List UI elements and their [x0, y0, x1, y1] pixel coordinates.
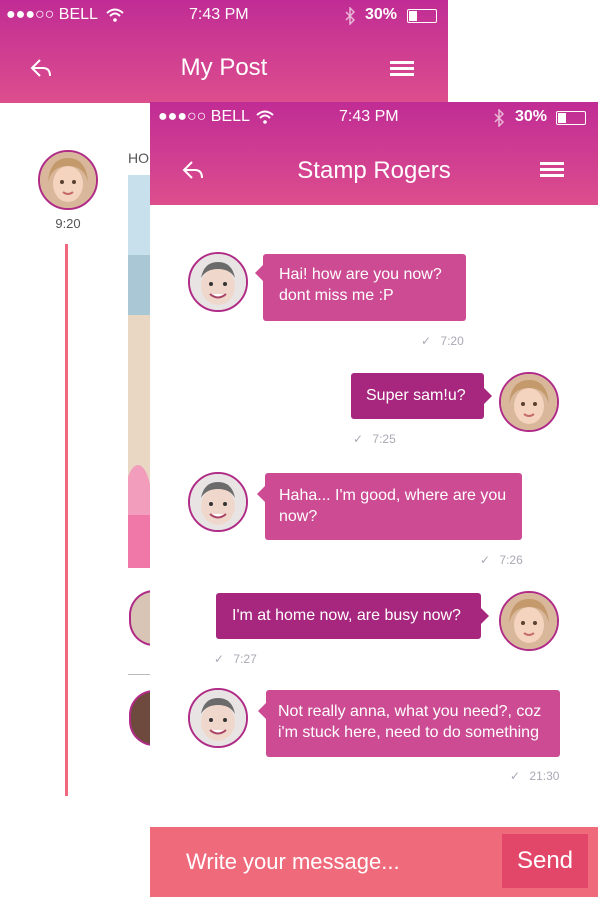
- message-text: Haha... I'm good, where are you: [279, 487, 507, 504]
- check-icon: ✓: [421, 334, 432, 348]
- status-bar: ●●●○○ BELL: [158, 108, 250, 126]
- hamburger-menu-icon[interactable]: [390, 61, 414, 77]
- bubble-tail: [255, 265, 263, 281]
- check-icon: ✓: [480, 553, 491, 567]
- post-label: HO: [128, 150, 149, 166]
- boy-avatar-image: [190, 690, 246, 746]
- post-photo[interactable]: [128, 175, 150, 568]
- boy-avatar-image: [190, 474, 246, 530]
- signal-strength: ●●●○○: [6, 6, 55, 23]
- message-text: Super sam!u?: [366, 387, 466, 404]
- message-bubble[interactable]: Haha... I'm good, where are you now?: [257, 473, 522, 540]
- divider: [128, 674, 150, 675]
- girl-avatar[interactable]: [499, 591, 559, 651]
- message-text: dont miss me :P: [279, 287, 394, 304]
- battery-percent: 30%: [365, 6, 398, 23]
- message-time: ✓ 7:25: [353, 432, 396, 446]
- timeline-line: [65, 244, 68, 796]
- time-label: 21:30: [529, 769, 560, 783]
- battery-icon: [556, 111, 586, 125]
- time-label: 7:26: [499, 553, 523, 567]
- my-post-header: ●●●○○ BELL 7:43 PM 30% My Post: [0, 0, 448, 103]
- bubble-tail: [484, 388, 492, 404]
- boy-avatar[interactable]: [188, 472, 248, 532]
- message-bubble[interactable]: I'm at home now, are busy now?: [216, 593, 489, 639]
- check-icon: ✓: [214, 652, 225, 666]
- bluetooth-icon: [345, 7, 356, 25]
- time-label: 7:25: [372, 432, 396, 446]
- chat-header: ●●●○○ BELL 7:43 PM 30% Stamp Rogers: [150, 102, 598, 205]
- avatar[interactable]: [38, 150, 98, 210]
- send-button[interactable]: Send: [502, 834, 588, 888]
- time-label: 7:20: [440, 334, 464, 348]
- message-composer: Send: [150, 827, 598, 897]
- page-title: My Post: [180, 54, 268, 81]
- hamburger-menu-icon[interactable]: [540, 162, 564, 178]
- chat-screen: ●●●○○ BELL 7:43 PM 30% Stamp Rogers Hai!…: [150, 102, 598, 897]
- carrier-name: BELL: [210, 108, 250, 125]
- beach-photo-image: [128, 175, 150, 568]
- battery-percent: 30%: [515, 108, 548, 125]
- wifi-icon: [256, 110, 274, 124]
- message-bubble[interactable]: Hai! how are you now? dont miss me :P: [255, 254, 466, 321]
- status-bar: ●●●○○ BELL: [6, 6, 98, 24]
- girl-avatar[interactable]: [499, 372, 559, 432]
- signal-strength: ●●●○○: [158, 108, 207, 125]
- wifi-icon: [106, 8, 124, 22]
- check-icon: ✓: [510, 769, 521, 783]
- status-time: 7:43 PM: [339, 108, 399, 125]
- message-time: ✓ 7:27: [214, 652, 257, 666]
- message-text: I'm at home now, are busy now?: [232, 607, 461, 624]
- message-text: Not really anna, what you need?, coz: [278, 703, 542, 720]
- message-bubble[interactable]: Not really anna, what you need?, coz i'm…: [258, 690, 560, 757]
- message-time: ✓ 7:20: [421, 334, 464, 348]
- contact-name: Stamp Rogers: [297, 157, 451, 184]
- boy-avatar[interactable]: [188, 252, 248, 312]
- message-text: Hai! how are you now?: [279, 266, 442, 283]
- status-time: 7:43 PM: [189, 6, 249, 23]
- message-time: ✓ 21:30: [510, 769, 559, 783]
- girl-avatar-image: [501, 593, 557, 649]
- bubble-tail: [257, 486, 265, 502]
- message-bubble[interactable]: Super sam!u?: [351, 373, 492, 419]
- boy-avatar-image: [190, 254, 246, 310]
- bubble-tail: [258, 703, 266, 719]
- message-text: i'm stuck here, need to do something: [278, 724, 539, 741]
- girl-avatar-image: [501, 374, 557, 430]
- bluetooth-icon: [494, 109, 505, 127]
- message-text: now?: [279, 508, 318, 525]
- boy-avatar[interactable]: [188, 688, 248, 748]
- post-time: 9:20: [55, 216, 81, 231]
- battery-icon: [407, 9, 437, 23]
- message-input[interactable]: [174, 842, 494, 882]
- time-label: 7:27: [233, 652, 257, 666]
- carrier-name: BELL: [58, 6, 98, 23]
- check-icon: ✓: [353, 432, 364, 446]
- girl-avatar-image: [40, 152, 96, 208]
- message-time: ✓ 7:26: [480, 553, 523, 567]
- bubble-tail: [481, 608, 489, 624]
